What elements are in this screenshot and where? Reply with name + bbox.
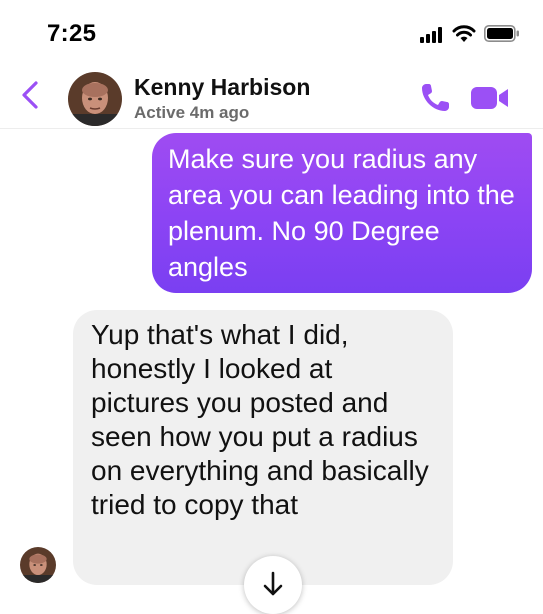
battery-icon xyxy=(484,25,519,42)
status-time: 7:25 xyxy=(47,20,97,47)
outgoing-message[interactable]: Make sure you radius any area you can le… xyxy=(152,133,532,293)
conversation-header: Kenny Harbison Active 4m ago xyxy=(0,62,543,129)
phone-icon[interactable] xyxy=(418,81,452,115)
contact-name[interactable]: Kenny Harbison xyxy=(134,74,310,101)
contact-photo xyxy=(68,72,122,126)
wifi-icon xyxy=(452,25,476,42)
sender-photo xyxy=(20,547,56,583)
arrow-down-icon xyxy=(263,571,283,596)
status-bar: 7:25 xyxy=(0,0,543,62)
cellular-signal-icon xyxy=(420,27,442,43)
contact-avatar[interactable] xyxy=(68,72,122,126)
scroll-to-bottom-button[interactable] xyxy=(244,556,302,614)
chevron-left-icon[interactable] xyxy=(18,80,42,110)
sender-avatar[interactable] xyxy=(20,547,56,583)
video-camera-icon[interactable] xyxy=(470,84,510,112)
presence-status: Active 4m ago xyxy=(134,103,250,122)
incoming-message[interactable]: Yup that's what I did, honestly I looked… xyxy=(73,310,453,585)
